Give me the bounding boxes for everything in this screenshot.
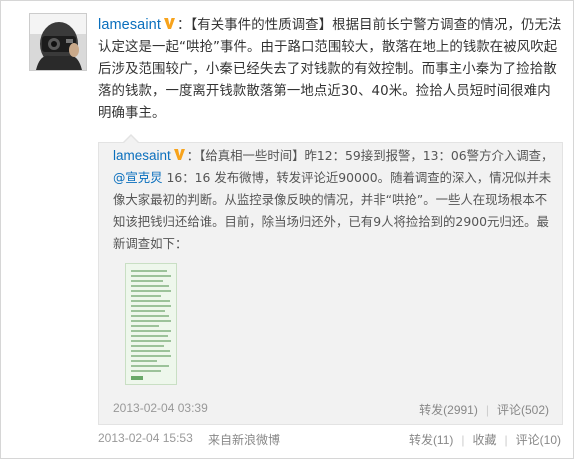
repost-author-colon: ：	[186, 148, 200, 163]
post-footer: 2013-02-04 15:53 来自新浪微博 转发(11) | 收藏 | 评论(10)	[98, 431, 561, 449]
repost-comment-button[interactable]: 评论(502)	[497, 403, 549, 417]
repost-button[interactable]: 转发(11)	[409, 433, 453, 447]
comment-button[interactable]: 评论(10)	[516, 433, 561, 447]
repost-repost-button[interactable]: 转发(2991)	[419, 403, 478, 417]
favorite-button[interactable]: 收藏	[473, 433, 497, 447]
repost-action-bar: 转发(2991) | 评论(502)	[419, 401, 549, 418]
reposted-weibo: lamesaint ：【给真相一些时间】昨12：59接到报警，13：06警方介入调…	[98, 134, 563, 425]
post-content: lamesaint ：【有关事件的性质调查】根据目前长宁警方调查的情况，仍无法认定…	[98, 14, 564, 125]
user-avatar[interactable]	[29, 13, 87, 71]
repost-content: lamesaint ：【给真相一些时间】昨12：59接到报警，13：06警方介入调…	[113, 145, 557, 255]
post-body-text: 【有关事件的性质调查】根据目前长宁警方调查的情况，仍无法认定这是一起“哄抢”事件…	[98, 18, 562, 121]
verified-v-icon[interactable]	[163, 17, 176, 30]
avatar-image	[30, 14, 86, 70]
post-action-bar: 转发(11) | 收藏 | 评论(10)	[409, 431, 561, 448]
attached-image-thumbnail[interactable]	[125, 263, 177, 385]
repost-author-link[interactable]: lamesaint	[113, 148, 171, 163]
divider: |	[485, 403, 489, 417]
repost-body-text-2: 16：16 发布微博，转发评论近90000。随着调查的深入，情况似并未像大家最初…	[113, 170, 552, 251]
verified-v-icon[interactable]	[173, 148, 186, 161]
mention-link[interactable]: @宣克炅	[113, 170, 163, 185]
post-author-link[interactable]: lamesaint	[98, 17, 161, 33]
post-source-link[interactable]: 来自新浪微博	[208, 431, 280, 448]
divider: |	[504, 433, 508, 447]
post-author-colon: ：	[176, 18, 191, 33]
repost-footer: 2013-02-04 03:39 转发(2991) | 评论(502)	[113, 401, 549, 419]
repost-arrow	[124, 136, 138, 143]
repost-body-text-1: 【给真相一些时间】昨12：59接到报警，13：06警方介入调查，	[199, 148, 554, 163]
weibo-post-card: lamesaint ：【有关事件的性质调查】根据目前长宁警方调查的情况，仍无法认定…	[0, 0, 574, 459]
post-timestamp[interactable]: 2013-02-04 15:53	[98, 431, 193, 445]
repost-timestamp[interactable]: 2013-02-04 03:39	[113, 401, 208, 415]
document-image-icon	[126, 264, 176, 384]
divider: |	[461, 433, 465, 447]
